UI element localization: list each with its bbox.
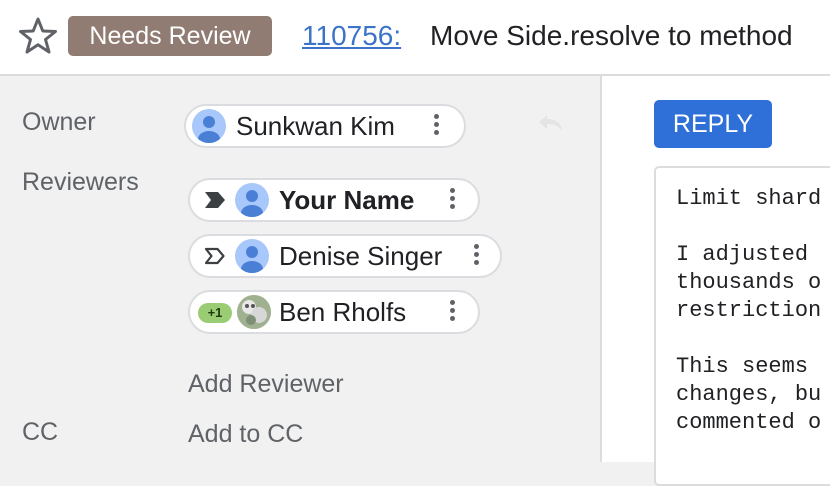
owner-chip[interactable]: Sunkwan Kim [184, 104, 466, 148]
avatar [235, 183, 269, 217]
avatar [237, 295, 271, 329]
cc-label: CC [22, 418, 59, 446]
message-line: commented o [676, 410, 822, 435]
kebab-menu-icon[interactable] [434, 114, 440, 138]
person-icon [198, 116, 220, 143]
reply-arrow-icon[interactable] [536, 112, 564, 132]
reviewers-label: Reviewers [22, 168, 139, 196]
reviewer-name: Denise Singer [279, 241, 443, 271]
status-badge: Needs Review [68, 16, 272, 56]
reviewer-name: Your Name [279, 185, 415, 215]
attention-filled-icon [205, 192, 225, 208]
owner-label: Owner [22, 108, 96, 136]
add-cc-link[interactable]: Add to CC [188, 420, 303, 449]
photo-avatar-icon [237, 295, 271, 329]
message-line: changes, bu [676, 382, 822, 407]
message-line: thousands o [676, 270, 822, 295]
message-line: This seems [676, 354, 809, 379]
change-number-link[interactable]: 110756: [302, 20, 401, 52]
reply-button[interactable]: REPLY [654, 100, 772, 148]
reviewer-chip[interactable]: Denise Singer [188, 234, 502, 278]
avatar [235, 239, 269, 273]
person-icon [241, 190, 263, 217]
reviewer-chip[interactable]: +1 Ben Rholfs [188, 290, 480, 334]
message-line: restriction [676, 298, 822, 323]
star-icon[interactable] [18, 16, 58, 56]
change-title: Move Side.resolve to method [430, 20, 793, 51]
kebab-menu-icon[interactable] [474, 244, 480, 268]
reviewer-name: Ben Rholfs [279, 297, 407, 327]
attention-outline-icon [204, 247, 225, 265]
kebab-menu-icon[interactable] [450, 300, 456, 324]
message-line: Limit shard [676, 186, 822, 211]
vote-badge: +1 [198, 303, 232, 323]
change-header: Needs Review 110756: Move Side.resolve t… [0, 0, 830, 76]
add-reviewer-link[interactable]: Add Reviewer [188, 370, 344, 399]
message-line: I adjusted [676, 242, 809, 267]
commit-message-box [654, 166, 830, 486]
reviewer-chip[interactable]: Your Name [188, 178, 480, 222]
owner-name: Sunkwan Kim [236, 111, 395, 141]
avatar [192, 109, 226, 143]
kebab-menu-icon[interactable] [450, 188, 456, 212]
person-icon [241, 246, 263, 273]
